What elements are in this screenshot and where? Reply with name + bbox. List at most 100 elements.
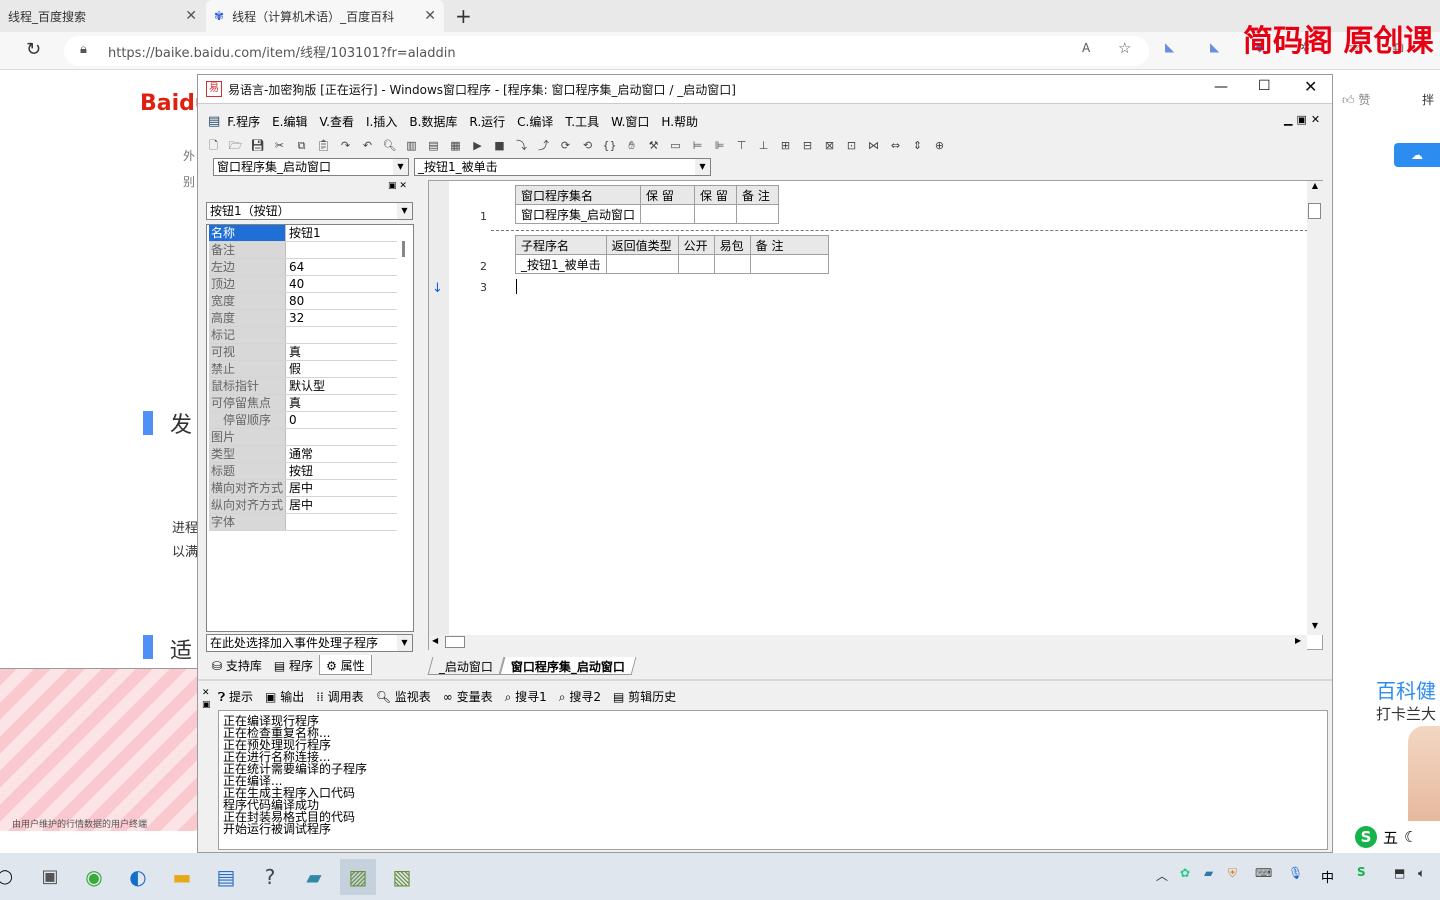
scroll-up-icon[interactable]: ▲ (1307, 181, 1323, 190)
table-cell[interactable]: 窗口程序集_启动窗口 (514, 204, 642, 224)
output-panel-controls[interactable]: ✕ ▣ (202, 687, 211, 711)
property-value[interactable]: 假 (285, 361, 397, 377)
browser-tab-1[interactable]: 线程_百度搜索 ✕ (0, 0, 205, 32)
splitter[interactable] (198, 679, 1332, 681)
maximize-button[interactable]: ☐ (1258, 78, 1271, 94)
event-select[interactable]: 在此处选择加入事件处理子程序 ▼ (206, 634, 413, 652)
property-row[interactable]: 标记 (209, 327, 397, 344)
folder-icon[interactable]: ▬ (164, 859, 200, 895)
property-value[interactable]: 32 (285, 310, 397, 326)
find-icon[interactable]: 🔍︎ (380, 136, 399, 155)
scrollbar-thumb[interactable] (1308, 203, 1321, 219)
property-value[interactable] (285, 327, 397, 343)
layout-icon[interactable]: ▤ (424, 136, 443, 155)
menu-tools[interactable]: T.工具 (564, 113, 600, 130)
menu-edit[interactable]: E.编辑 (271, 113, 308, 130)
code-editor[interactable]: 窗口程序集名 保 留 保 留 备 注 窗口程序集_启动窗口 1 子程序名 返回值… (428, 180, 1323, 650)
network-icon[interactable]: ⬒ (1394, 866, 1405, 880)
extension-icon[interactable]: ◣ (1210, 40, 1219, 54)
property-value[interactable]: 64 (285, 259, 397, 275)
book-app-icon[interactable]: ▰ (296, 859, 332, 895)
property-value[interactable]: 居中 (285, 497, 397, 513)
tab-call-stack[interactable]: ⁞⁞ 调用表 (316, 688, 363, 705)
redo-icon[interactable]: ↷ (336, 136, 355, 155)
property-row[interactable]: 名称 按钮1 (209, 225, 397, 242)
copy-icon[interactable]: ⧉ (292, 136, 311, 155)
cloud-icon[interactable]: ☁ (1394, 143, 1440, 167)
align-icon[interactable]: ⊠ (820, 136, 839, 155)
menu-help[interactable]: H.帮助 (660, 113, 699, 130)
align-icon[interactable]: ⊥ (754, 136, 773, 155)
doc-tab-assembly[interactable]: 窗口程序集_启动窗口 (499, 657, 637, 675)
run-icon[interactable]: ▶ (468, 136, 487, 155)
table-cell[interactable] (713, 254, 751, 274)
url-field[interactable]: 🔒︎ https://baike.baidu.com/item/线程/10310… (64, 36, 1149, 66)
shield-icon[interactable]: ⛨ (1228, 866, 1237, 881)
menu-compile[interactable]: C.编译 (516, 113, 554, 130)
property-row[interactable]: 类型 通常 (209, 446, 397, 463)
save-icon[interactable]: 💾︎ (248, 136, 267, 155)
doc-tab-window[interactable]: _启动窗口 (427, 657, 505, 675)
menu-window[interactable]: W.窗口 (610, 113, 650, 130)
output-log[interactable]: 正在编译现行程序 正在检查重复名称... 正在预处理现行程序 正在进行名称连接... 正… (218, 710, 1328, 850)
stop-icon[interactable]: ■ (490, 136, 509, 155)
chevron-up-icon[interactable]: ︿ (1156, 867, 1168, 884)
align-icon[interactable]: ⇕ (908, 136, 927, 155)
table-cell[interactable] (677, 254, 715, 274)
tab-output[interactable]: ▣ 输出 (265, 688, 304, 705)
property-row[interactable]: 顶边 40 (209, 276, 397, 293)
scroll-right-icon[interactable]: ▶ (1295, 636, 1301, 645)
menu-database[interactable]: B.数据库 (408, 113, 458, 130)
ime-indicator[interactable]: 中 (1321, 867, 1334, 886)
table-cell[interactable] (605, 254, 679, 274)
cut-icon[interactable]: ✂ (270, 136, 289, 155)
scrollbar-thumb[interactable] (445, 636, 465, 648)
tab-clip-history[interactable]: ▤ 剪辑历史 (613, 688, 676, 705)
extension-icon[interactable]: ◣ (1165, 40, 1174, 54)
vertical-scrollbar[interactable]: ▲ ▼ (1307, 181, 1323, 635)
align-icon[interactable]: ⊫ (710, 136, 729, 155)
property-row[interactable]: 停留顺序 0 (209, 412, 397, 429)
property-row[interactable]: 横向对齐方式 居中 (209, 480, 397, 497)
notepad-icon[interactable]: ▤ (208, 859, 244, 895)
property-value[interactable]: 居中 (285, 480, 397, 496)
undo-icon[interactable]: ↶ (358, 136, 377, 155)
align-icon[interactable]: ⋈ (864, 136, 883, 155)
property-value[interactable]: 默认型 (285, 378, 397, 394)
property-row[interactable]: 图片 (209, 429, 397, 446)
table-cell[interactable] (736, 204, 780, 224)
property-value[interactable]: 通常 (285, 446, 397, 462)
tab-support-lib[interactable]: ⛁ 支持库 (206, 655, 268, 675)
property-row[interactable]: 宽度 80 (209, 293, 397, 310)
braces-icon[interactable]: {} (600, 136, 619, 155)
property-value[interactable]: 40 (285, 276, 397, 292)
step-icon[interactable]: ⤵ (512, 136, 531, 155)
tray-icon[interactable]: ✿ (1180, 866, 1190, 880)
property-value[interactable] (285, 429, 397, 445)
align-icon[interactable]: ⊕ (930, 136, 949, 155)
refresh-icon[interactable]: ↻ (26, 39, 41, 60)
layout-icon[interactable]: ▦ (446, 136, 465, 155)
browser-tab-2[interactable]: ✾ 线程（计算机术语）_百度百科 ✕ (206, 0, 444, 32)
align-icon[interactable]: ⊟ (798, 136, 817, 155)
property-value[interactable] (285, 514, 397, 530)
property-row[interactable]: 字体 (209, 514, 397, 531)
tab-variables[interactable]: ∞ 变量表 (443, 688, 493, 705)
tray-icon[interactable]: ▰ (1204, 866, 1213, 880)
menu-run[interactable]: R.运行 (468, 113, 506, 130)
close-button[interactable]: ✕ (1304, 77, 1317, 96)
close-icon[interactable]: ✕ (424, 8, 436, 24)
property-value[interactable]: 真 (285, 344, 397, 360)
scroll-down-icon[interactable]: ▼ (1307, 621, 1323, 630)
align-icon[interactable]: ⊞ (776, 136, 795, 155)
assembly-select[interactable]: 窗口程序集_启动窗口 ▼ (213, 158, 409, 176)
align-icon[interactable]: ⊨ (688, 136, 707, 155)
align-icon[interactable]: ⊤ (732, 136, 751, 155)
align-icon[interactable]: ⇔ (886, 136, 905, 155)
property-row[interactable]: 纵向对齐方式 居中 (209, 497, 397, 514)
like-button[interactable]: 👍︎ 赞 (1342, 91, 1370, 108)
table-cell[interactable] (694, 204, 738, 224)
property-row[interactable]: 高度 32 (209, 310, 397, 327)
property-row[interactable]: 可停留焦点真 (209, 395, 397, 412)
property-value[interactable]: 按钮 (285, 463, 397, 479)
